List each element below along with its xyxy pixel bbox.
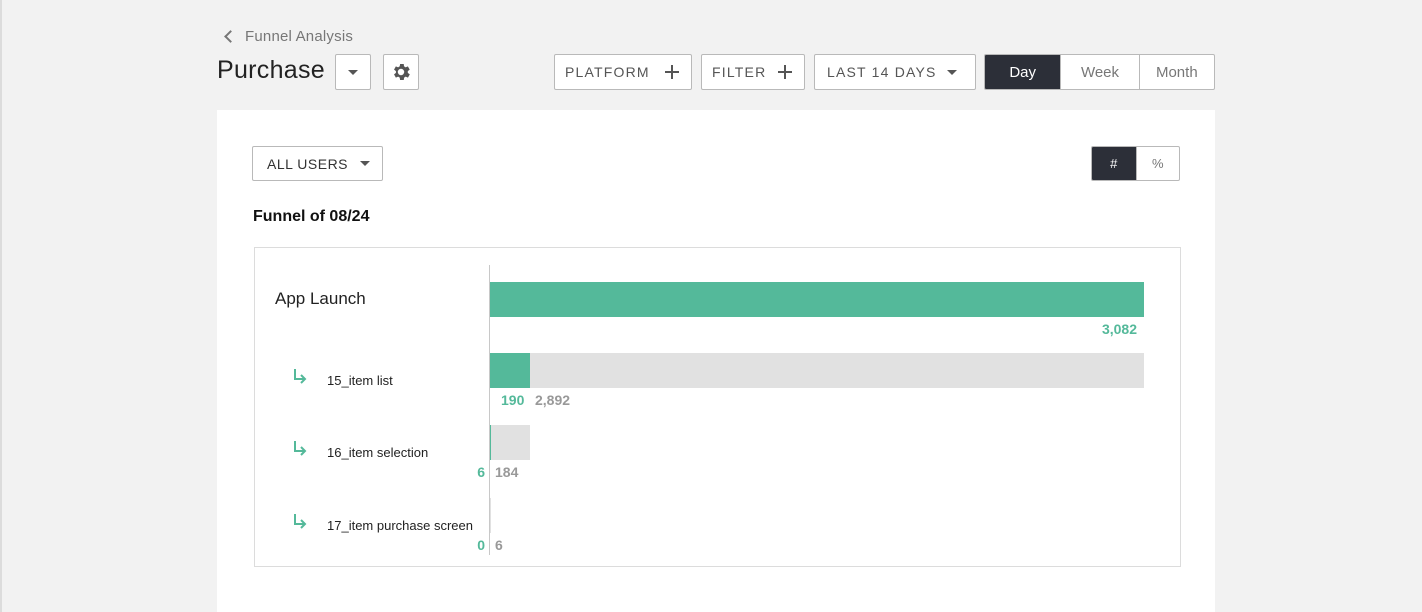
dropoff-bar — [490, 498, 492, 533]
granularity-day[interactable]: Day — [985, 55, 1061, 89]
step-arrow-icon — [294, 369, 307, 384]
funnel-select-button[interactable] — [335, 54, 371, 90]
funnel-chart: App Launch 3,082 15_item list 190 2,892 16_it… — [254, 247, 1181, 567]
date-range-dropdown[interactable]: LAST 14 DAYS — [814, 54, 976, 90]
funnel-step-label: 17_item purchase screen — [327, 518, 473, 533]
filter-button[interactable]: FILTER — [701, 54, 805, 90]
dropoff-value: 2,892 — [535, 392, 571, 408]
granularity-month[interactable]: Month — [1138, 55, 1214, 89]
platform-button[interactable]: PLATFORM — [554, 54, 692, 90]
converted-value: 3,082 — [1101, 321, 1137, 337]
display-mode-toggle: # % — [1091, 146, 1180, 181]
dropoff-value: 6 — [495, 537, 503, 553]
page-title: Purchase — [217, 56, 326, 84]
users-segment-dropdown[interactable]: ALL USERS — [252, 146, 383, 181]
caret-down-icon — [360, 161, 370, 166]
plus-icon — [665, 65, 679, 79]
breadcrumb-label: Funnel Analysis — [245, 27, 354, 45]
settings-button[interactable] — [383, 54, 419, 90]
platform-label: PLATFORM — [565, 64, 650, 80]
dropoff-bar — [491, 425, 531, 460]
funnel-step-label: 16_item selection — [327, 445, 429, 460]
dropoff-bar — [530, 353, 1144, 388]
display-percent[interactable]: % — [1135, 147, 1180, 180]
funnel-step-label: App Launch — [275, 289, 366, 308]
step-arrow-icon — [294, 441, 307, 456]
date-range-label: LAST 14 DAYS — [827, 64, 937, 80]
filter-label: FILTER — [712, 64, 767, 80]
funnel-card: ALL USERS # % Funnel of 08/24 App Launch… — [217, 110, 1215, 612]
caret-down-icon — [348, 69, 358, 75]
plus-icon — [778, 65, 792, 79]
gear-icon — [394, 64, 410, 80]
converted-bar — [490, 353, 531, 388]
window-edge — [0, 0, 2, 612]
granularity-week[interactable]: Week — [1060, 55, 1138, 89]
converted-bar — [490, 425, 492, 460]
granularity-toggle: Day Week Month — [984, 54, 1215, 90]
converted-value: 190 — [501, 392, 525, 408]
display-count[interactable]: # — [1092, 147, 1136, 180]
caret-down-icon — [947, 69, 957, 75]
breadcrumb[interactable]: Funnel Analysis — [222, 27, 353, 45]
dropoff-value: 184 — [495, 464, 519, 480]
users-segment-label: ALL USERS — [267, 155, 349, 172]
converted-value: 0 — [477, 537, 485, 553]
funnel-title: Funnel of 08/24 — [253, 208, 370, 225]
chevron-left-icon — [224, 29, 237, 43]
funnel-step-label: 15_item list — [327, 373, 393, 388]
step-arrow-icon — [294, 514, 307, 529]
converted-value: 6 — [477, 464, 485, 480]
converted-bar — [490, 282, 1144, 317]
